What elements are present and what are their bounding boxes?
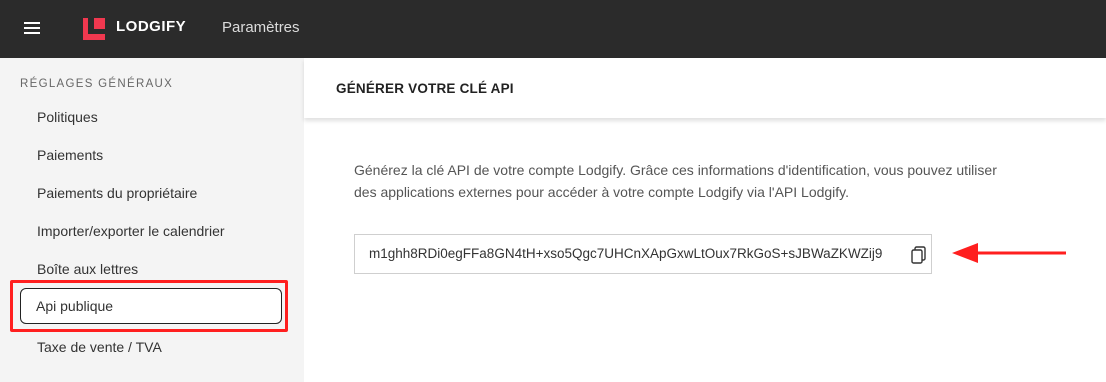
sidebar-item-paiements[interactable]: Paiements xyxy=(37,147,103,163)
copy-icon[interactable] xyxy=(909,245,929,265)
top-bar: LODGIFY Paramètres xyxy=(0,0,1106,58)
api-key-value[interactable]: m1ghh8RDi0egFFa8GN4tH+xso5Qgc7UHCnXApGxw… xyxy=(369,246,909,261)
sidebar-item-paiements-proprietaire[interactable]: Paiements du propriétaire xyxy=(37,185,197,201)
sidebar-item-importer-exporter-calendrier[interactable]: Importer/exporter le calendrier xyxy=(37,223,225,239)
page-title: Paramètres xyxy=(222,19,300,36)
sidebar-item-politiques[interactable]: Politiques xyxy=(37,109,98,125)
sidebar-item-taxe-de-vente[interactable]: Taxe de vente / TVA xyxy=(37,339,162,355)
section-heading: RÉGLAGES GÉNÉRAUX xyxy=(20,78,174,90)
hamburger-menu-icon[interactable] xyxy=(24,22,40,36)
lodgify-logo-icon[interactable] xyxy=(83,18,105,40)
settings-sidebar: RÉGLAGES GÉNÉRAUX Politiques Paiements P… xyxy=(0,58,304,382)
api-description: Générez la clé API de votre compte Lodgi… xyxy=(354,162,997,200)
section-title: GÉNÉRER VOTRE CLÉ API xyxy=(336,81,514,96)
sidebar-item-api-publique[interactable]: Api publique xyxy=(20,288,282,324)
sidebar-item-boite-aux-lettres[interactable]: Boîte aux lettres xyxy=(37,261,138,277)
content-header: GÉNÉRER VOTRE CLÉ API xyxy=(304,58,1106,118)
main-content: GÉNÉRER VOTRE CLÉ API Générez la clé API… xyxy=(304,58,1106,382)
api-key-field[interactable]: m1ghh8RDi0egFFa8GN4tH+xso5Qgc7UHCnXApGxw… xyxy=(354,234,932,274)
annotation-arrow-icon xyxy=(952,243,1066,263)
brand-name[interactable]: LODGIFY xyxy=(116,18,186,35)
